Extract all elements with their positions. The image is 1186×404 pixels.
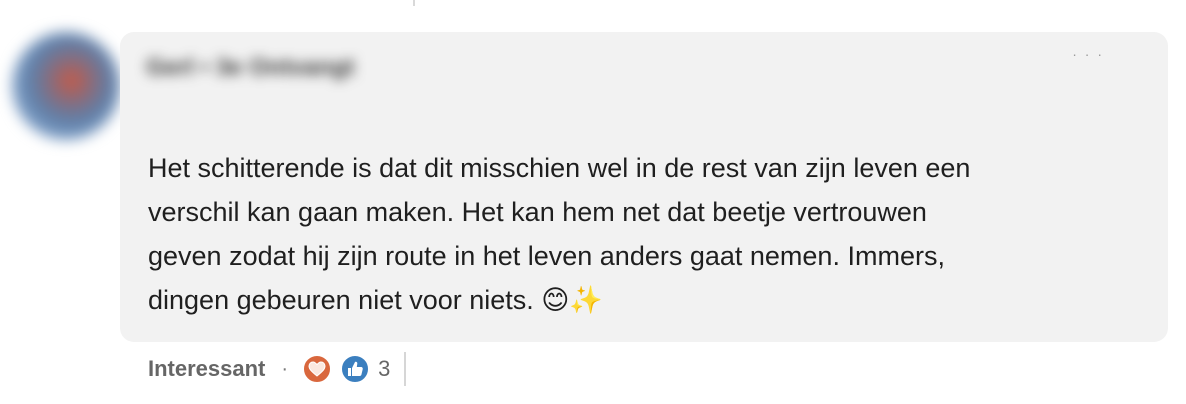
avatar[interactable] (12, 32, 120, 140)
comment-text: Het schitterende is dat dit misschien we… (148, 153, 971, 315)
thumbs-up-icon (348, 361, 363, 376)
heart-icon (308, 361, 326, 377)
comment-bubble: Gerl • 3e Ontvangt · · · Het schitterend… (120, 32, 1168, 342)
heart-reaction-icon[interactable] (302, 354, 333, 384)
comment-actions: Interessant · 3 (148, 352, 407, 386)
reaction-count[interactable]: 3 (378, 356, 390, 382)
actions-divider (404, 352, 407, 386)
author-name[interactable]: Gerl • 3e Ontvangt (146, 54, 354, 82)
separator-dot: · (281, 357, 289, 380)
react-button[interactable]: Interessant (148, 356, 265, 382)
more-icon[interactable]: · · · (1072, 46, 1104, 62)
top-divider (413, 0, 415, 6)
thumbs-up-reaction-icon[interactable] (340, 354, 371, 384)
comment-thread: Gerl • 3e Ontvangt · · · Het schitterend… (0, 0, 1186, 404)
